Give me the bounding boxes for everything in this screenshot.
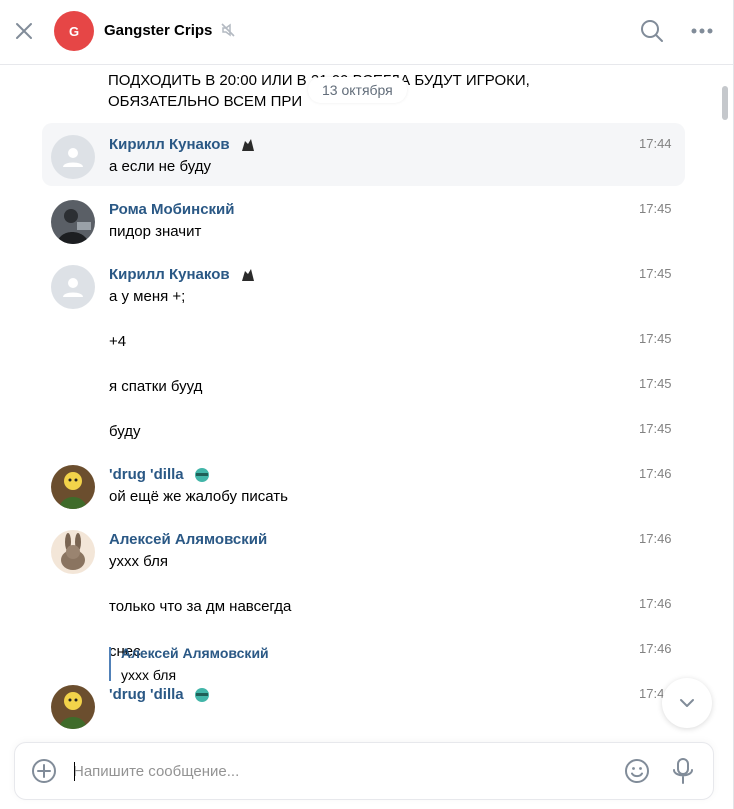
message-time: 17:46 (639, 466, 672, 481)
message-input[interactable] (73, 755, 573, 787)
message-time: 17:45 (639, 266, 672, 281)
message-author[interactable]: 'drug 'dilla (109, 466, 210, 483)
message-text: уххх бля (109, 553, 168, 570)
ninja-emoji-icon (194, 468, 209, 483)
message-text: я спатки бууд (109, 378, 203, 395)
message-time: 17:4 (639, 686, 665, 701)
smiley-icon[interactable] (624, 758, 650, 784)
more-icon (691, 28, 713, 34)
message-author[interactable]: Кирилл Кунаков (109, 266, 256, 283)
message-list: ПОДХОДИТЬ В 20:00 ИЛИ В 21:00 ВСЕГДА БУД… (0, 65, 733, 745)
message-text: ой ещё же жалобу писать (109, 488, 288, 505)
message-text: а у меня +; (109, 288, 186, 305)
user-placeholder-icon (63, 278, 83, 297)
avatar[interactable] (51, 530, 95, 574)
message-author[interactable]: 'drug 'dilla (109, 686, 210, 703)
chat-header: G Gangster Crips (0, 0, 733, 65)
scrollbar-thumb[interactable] (722, 86, 728, 120)
message-composer (14, 742, 714, 800)
message-text: +4 (109, 333, 127, 350)
message-time: 17:45 (639, 376, 672, 391)
avatar[interactable] (51, 465, 95, 509)
message-time: 17:46 (639, 596, 672, 611)
scroll-to-bottom-button[interactable] (662, 678, 712, 728)
reply-author[interactable]: Алексей Алямовский (121, 645, 269, 661)
wolf-emoji-icon (241, 139, 254, 152)
muted-icon (220, 22, 236, 43)
avatar[interactable] (51, 685, 95, 729)
user-photo (51, 200, 95, 244)
avatar[interactable] (51, 200, 95, 244)
ninja-emoji-icon (194, 688, 209, 703)
message-author[interactable]: Алексей Алямовский (109, 531, 267, 548)
chat-title[interactable]: Gangster Crips (104, 22, 212, 39)
text-caret (74, 762, 75, 781)
message-author[interactable]: Рома Мобинский (109, 201, 235, 218)
avatar[interactable] (51, 265, 95, 309)
message-time: 17:45 (639, 201, 672, 216)
user-photo (51, 530, 95, 574)
attach-icon[interactable] (31, 758, 57, 784)
more-button[interactable] (686, 14, 718, 48)
reply-text[interactable]: уххх бля (121, 667, 176, 683)
message-author[interactable]: Кирилл Кунаков (109, 136, 256, 153)
close-button[interactable] (8, 14, 40, 48)
chevron-down-icon (680, 699, 694, 707)
date-separator: 13 октября (308, 77, 407, 103)
user-photo (51, 465, 95, 509)
message-text: буду (109, 423, 141, 440)
message-time: 17:46 (639, 641, 672, 656)
close-icon (16, 23, 32, 39)
user-placeholder-icon (63, 148, 83, 167)
hovered-message-highlight (42, 123, 685, 186)
microphone-icon[interactable] (671, 757, 695, 785)
message-time: 17:45 (639, 331, 672, 346)
message-time: 17:44 (639, 136, 672, 151)
search-button[interactable] (636, 14, 668, 48)
message-text: пидор значит (109, 223, 202, 240)
user-photo (51, 685, 95, 729)
reply-quote-bar (109, 647, 111, 681)
message-time: 17:46 (639, 531, 672, 546)
wolf-emoji-icon (241, 269, 254, 282)
chat-window: G Gangster Crips ПОДХОДИТЬ В 20:00 ИЛИ В… (0, 0, 734, 809)
message-text: только что за дм навсегда (109, 598, 292, 615)
chat-avatar[interactable]: G (54, 11, 94, 51)
message-text: а если не буду (109, 158, 211, 175)
search-icon (641, 20, 663, 42)
message-time: 17:45 (639, 421, 672, 436)
avatar[interactable] (51, 135, 95, 179)
